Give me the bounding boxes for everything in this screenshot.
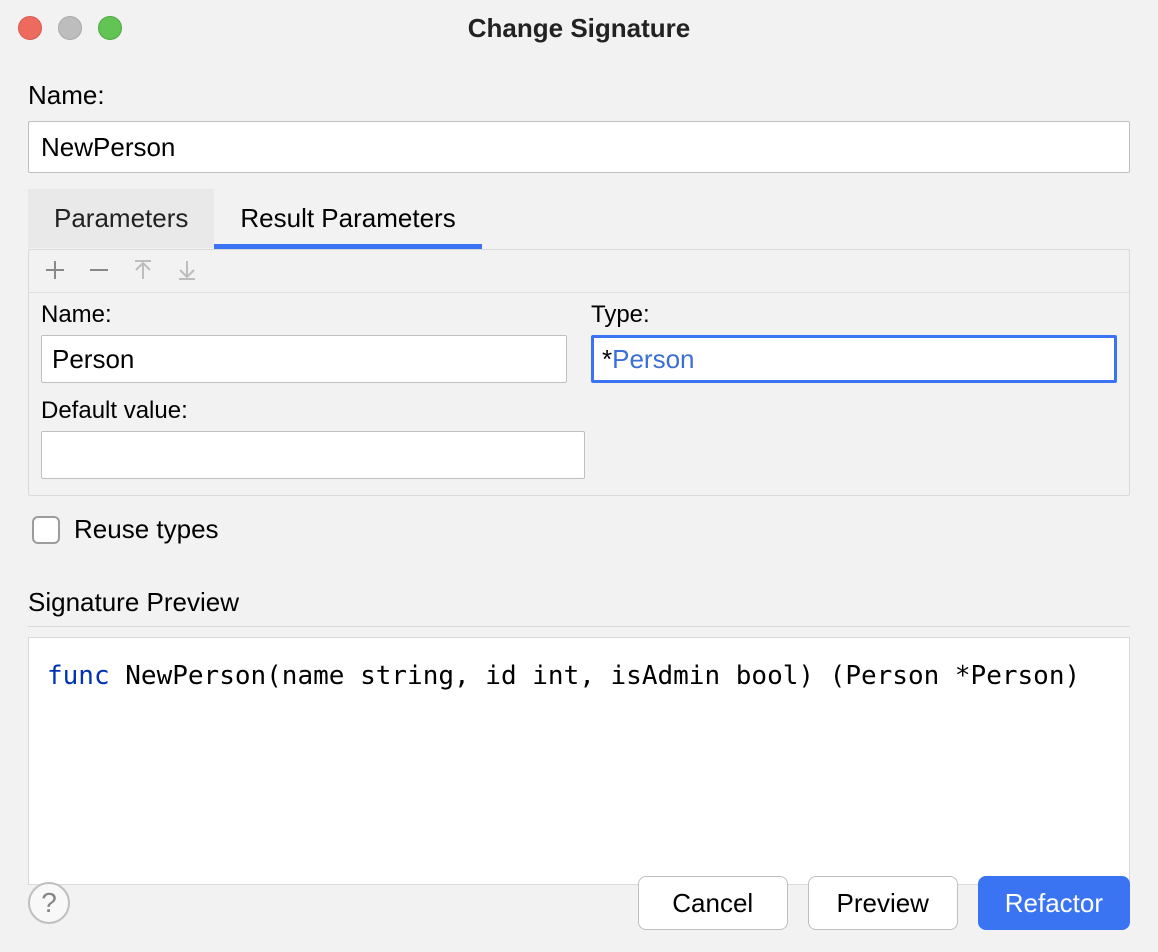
- name-label: Name:: [28, 80, 1130, 111]
- type-reference: Person: [612, 344, 694, 375]
- move-down-icon[interactable]: [175, 258, 199, 282]
- param-toolbar: [29, 250, 1129, 293]
- remove-icon[interactable]: [87, 258, 111, 282]
- default-value-label: Default value:: [41, 397, 1117, 425]
- tabs: Parameters Result Parameters: [28, 189, 1130, 249]
- reuse-types-row: Reuse types: [28, 496, 1130, 551]
- window-controls: [18, 16, 122, 40]
- reuse-types-label: Reuse types: [74, 514, 219, 545]
- refactor-button[interactable]: Refactor: [978, 876, 1130, 930]
- dialog-content: Name: Parameters Result Parameters: [0, 56, 1158, 885]
- titlebar: Change Signature: [0, 0, 1158, 56]
- tab-parameters[interactable]: Parameters: [28, 189, 214, 248]
- dialog-footer: ? Cancel Preview Refactor: [0, 858, 1158, 952]
- result-parameters-panel: Name: Type: *Person Default value:: [28, 249, 1130, 496]
- param-type-input[interactable]: *Person: [591, 335, 1117, 383]
- signature-preview-title: Signature Preview: [28, 587, 1130, 618]
- type-pointer-star: *: [602, 344, 612, 375]
- divider: [28, 626, 1130, 627]
- reuse-types-checkbox[interactable]: [32, 516, 60, 544]
- signature-preview: func NewPerson(name string, id int, isAd…: [28, 637, 1130, 885]
- default-value-input[interactable]: [41, 431, 585, 479]
- param-name-label: Name:: [41, 301, 567, 329]
- param-name-input[interactable]: [41, 335, 567, 383]
- add-icon[interactable]: [43, 258, 67, 282]
- move-up-icon[interactable]: [131, 258, 155, 282]
- tab-result-parameters[interactable]: Result Parameters: [214, 189, 481, 248]
- preview-button[interactable]: Preview: [808, 876, 958, 930]
- keyword-func: func: [47, 661, 110, 691]
- cancel-button[interactable]: Cancel: [638, 876, 788, 930]
- close-window-button[interactable]: [18, 16, 42, 40]
- minimize-window-button[interactable]: [58, 16, 82, 40]
- param-type-label: Type:: [591, 301, 1117, 329]
- signature-text: NewPerson(name string, id int, isAdmin b…: [110, 661, 1081, 691]
- dialog-title: Change Signature: [468, 13, 690, 44]
- zoom-window-button[interactable]: [98, 16, 122, 40]
- help-button[interactable]: ?: [28, 882, 70, 924]
- change-signature-dialog: Change Signature Name: Parameters Result…: [0, 0, 1158, 952]
- function-name-input[interactable]: [28, 121, 1130, 173]
